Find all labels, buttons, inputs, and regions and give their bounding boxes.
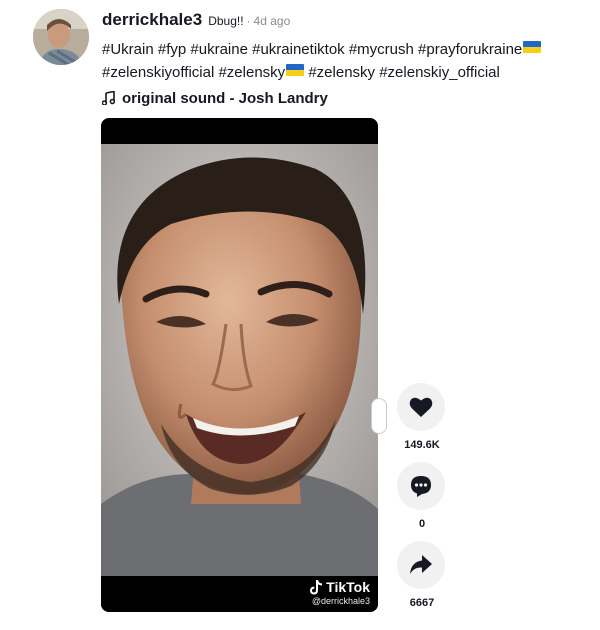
- comment-count: 0: [418, 518, 426, 530]
- avatar-image: [33, 9, 89, 65]
- username[interactable]: derrickhale3: [102, 10, 202, 30]
- share-button[interactable]: [397, 541, 445, 589]
- like-action: 149.6K: [397, 383, 447, 451]
- watermark-brand: TikTok: [326, 579, 370, 595]
- watermark-username: @derrickhale3: [311, 596, 370, 606]
- video-edge-control[interactable]: [371, 398, 387, 434]
- music-title: original sound - Josh Landry: [122, 89, 328, 107]
- tiktok-logo-icon: [310, 579, 323, 594]
- tiktok-watermark: TikTok @derrickhale3: [309, 579, 370, 606]
- hashtag[interactable]: #Ukrain: [102, 41, 154, 58]
- comment-icon: [411, 476, 431, 497]
- share-icon: [410, 555, 432, 574]
- share-action: 6667: [397, 541, 447, 609]
- ukraine-flag-emoji: [523, 41, 542, 53]
- music-link[interactable]: original sound - Josh Landry: [102, 86, 592, 110]
- like-count: 149.6K: [404, 439, 440, 451]
- author-line: derrickhale3 Dbug!! · 4d ago: [102, 10, 592, 34]
- ukraine-flag-emoji: [286, 64, 305, 76]
- post-header: derrickhale3 Dbug!! · 4d ago #Ukrain #fy…: [102, 10, 592, 110]
- hashtag[interactable]: #prayforukraine: [418, 41, 522, 58]
- caption: #Ukrain #fyp #ukraine #ukrainetiktok #my…: [102, 38, 588, 84]
- separator-dot: ·: [246, 14, 251, 28]
- hashtag[interactable]: #fyp: [158, 41, 186, 58]
- like-button[interactable]: [397, 383, 445, 431]
- comment-button[interactable]: [397, 462, 445, 510]
- video-frame: [101, 144, 378, 578]
- hashtag[interactable]: #zelenskiy_official: [379, 64, 500, 81]
- avatar[interactable]: [33, 9, 89, 65]
- hashtag[interactable]: #zelensky: [218, 64, 285, 81]
- share-count: 6667: [409, 597, 435, 609]
- music-note-icon: [102, 91, 115, 105]
- hashtag[interactable]: #ukrainetiktok: [252, 41, 345, 58]
- hashtag[interactable]: #ukraine: [190, 41, 248, 58]
- comment-action: 0: [397, 462, 447, 530]
- post-time: 4d ago: [253, 14, 291, 28]
- heart-icon: [409, 397, 433, 417]
- nickname[interactable]: Dbug!!: [208, 14, 243, 28]
- hashtag[interactable]: #zelenskiyofficial: [102, 64, 214, 81]
- hashtag[interactable]: #zelensky: [308, 64, 375, 81]
- hashtag[interactable]: #mycrush: [349, 41, 414, 58]
- video-player[interactable]: TikTok @derrickhale3: [101, 118, 378, 612]
